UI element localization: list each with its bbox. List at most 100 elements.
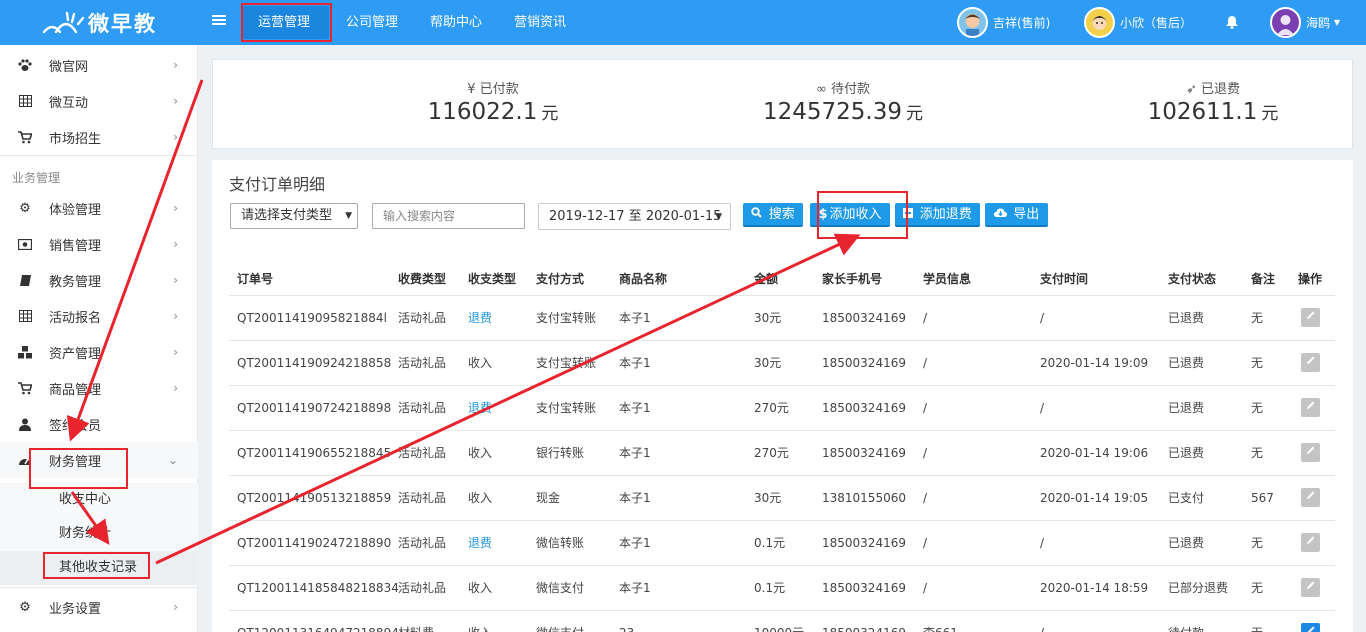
- search-button[interactable]: 搜索: [743, 203, 803, 227]
- sidebar-item-goods[interactable]: 商品管理 ›: [0, 370, 198, 406]
- edit-icon[interactable]: [1301, 578, 1320, 597]
- edit-icon[interactable]: [1301, 533, 1320, 552]
- cell-fee-type: 活动礼品: [398, 356, 447, 370]
- table-row: QT1200114185848218834 活动礼品 收入 微信支付 本子1 0.1元 18…: [229, 565, 1335, 610]
- cell-order-no: QT1200114185848218834: [237, 581, 399, 595]
- chevron-down-icon: ▼: [1334, 18, 1341, 27]
- sidebar-item-website[interactable]: 微官网 ›: [0, 47, 198, 83]
- cell-phone: 18500324169: [822, 311, 906, 325]
- cell-flow-type: 收入: [468, 356, 493, 370]
- sidebar-item-trial[interactable]: ⚙ 体验管理 ›: [0, 190, 198, 226]
- cell-order-no: QT200114190655218845: [237, 446, 392, 460]
- cart-icon: [18, 130, 32, 144]
- sidebar-item-label: 资产管理: [49, 346, 102, 362]
- cell-pay-status: 已退费: [1168, 536, 1205, 550]
- cell-pay-time: /: [1040, 401, 1045, 415]
- sidebar-item-label: 业务设置: [49, 601, 102, 617]
- search-input[interactable]: [372, 203, 525, 229]
- nav-news[interactable]: 营销资讯: [499, 6, 581, 39]
- chevron-right-icon: ›: [173, 381, 178, 395]
- user-aftersales[interactable]: 小欣（售后）: [1084, 7, 1192, 38]
- edit-icon[interactable]: [1301, 623, 1320, 632]
- cell-flow-type[interactable]: 退费: [468, 521, 492, 566]
- th-flow-type: 收支类型: [468, 272, 517, 286]
- cell-order-no: QT1200113164947218894: [237, 611, 399, 632]
- menu-toggle-icon[interactable]: [212, 13, 228, 31]
- cell-student: /: [923, 581, 928, 595]
- cell-order-no: QT20011419095821884l: [237, 311, 387, 325]
- table-row: QT200114190655218845 活动礼品 收入 银行转账 本子1 270元 185…: [229, 430, 1335, 475]
- stat-pending: ∞ 待付款 1245725.39 元: [713, 78, 973, 125]
- cell-student: /: [923, 446, 928, 460]
- cell-order-no: QT200114190924218858: [237, 356, 392, 370]
- cell-student: /: [923, 536, 928, 550]
- cell-pay-time: 2020-01-14 19:06: [1040, 446, 1149, 460]
- user-aftersales-name: 小欣（售后）: [1120, 16, 1193, 30]
- stat-unit: 元: [1261, 104, 1279, 124]
- pay-type-select[interactable]: 请选择支付类型 ▼: [230, 203, 358, 229]
- th-order-no: 订单号: [237, 272, 274, 286]
- th-fee-type: 收费类型: [398, 272, 447, 286]
- sidebar-item-settings[interactable]: ⚙ 业务设置 ›: [0, 589, 198, 625]
- paper-plane-icon: ➶: [1185, 82, 1197, 97]
- search-icon: [751, 207, 767, 222]
- sidebar-item-members[interactable]: 签约会员: [0, 406, 198, 442]
- cubes-icon: [18, 345, 32, 359]
- cell-fee-type: 活动礼品: [398, 446, 447, 460]
- th-student: 学员信息: [923, 272, 972, 286]
- paw-icon: [18, 58, 32, 72]
- book-icon: [18, 273, 32, 287]
- nav-company[interactable]: 公司管理: [331, 6, 413, 39]
- sidebar-item-assets[interactable]: 资产管理 ›: [0, 334, 198, 370]
- yen-icon: ¥: [467, 82, 476, 97]
- cell-product: 本子1: [619, 311, 651, 325]
- cell-pay-status: 已退费: [1168, 356, 1205, 370]
- chevron-right-icon: ›: [173, 273, 178, 287]
- sidebar-item-recruitment[interactable]: 市场招生 ›: [0, 119, 198, 155]
- cell-flow-type: 收入: [468, 611, 492, 632]
- table-row: QT20011419095821884l 活动礼品 退费 支付宝转账 本子1 30元 185…: [229, 295, 1335, 340]
- cell-fee-type: 材料费: [398, 611, 434, 632]
- cell-flow-type[interactable]: 退费: [468, 386, 492, 431]
- cell-student: /: [923, 491, 928, 505]
- edit-icon[interactable]: [1301, 398, 1320, 417]
- purple-avatar-icon: [1270, 7, 1301, 38]
- boy-avatar-icon: [957, 7, 988, 38]
- annotation-box-add-income: [817, 191, 908, 239]
- cell-fee-type: 活动礼品: [398, 581, 447, 595]
- user-menu[interactable]: 海鸥 ▼: [1270, 7, 1340, 38]
- user-presales[interactable]: 吉祥(售前): [957, 7, 1050, 38]
- edit-icon[interactable]: [1301, 353, 1320, 372]
- stat-unit: 元: [906, 104, 923, 124]
- cell-student: /: [923, 356, 928, 370]
- stats-card: ¥ 已付款 116022.1 元 ∞ 待付款 1245725.39 元 ➶ 已退费 …: [212, 59, 1353, 149]
- sidebar-item-sales[interactable]: 销售管理 ›: [0, 226, 198, 262]
- th-amount: 金额: [754, 272, 779, 286]
- sidebar-item-events[interactable]: 活动报名 ›: [0, 298, 198, 334]
- sidebar-item-label: 活动报名: [49, 310, 102, 326]
- stat-value: 102611.1: [1147, 99, 1258, 125]
- edit-icon[interactable]: [1301, 488, 1320, 507]
- edit-icon[interactable]: [1301, 308, 1320, 327]
- cell-pay-method: 微信支付: [536, 581, 585, 595]
- date-range-picker[interactable]: 2019-12-17 至 2020-01-15 ▼: [538, 203, 731, 230]
- date-range-value: 2019-12-17 至 2020-01-15: [549, 209, 722, 224]
- export-button[interactable]: 导出: [985, 203, 1048, 227]
- brand-logo[interactable]: 微早教: [40, 8, 157, 38]
- cell-pay-method: 支付宝转账: [536, 401, 597, 415]
- table-icon: [18, 94, 32, 108]
- nav-help[interactable]: 帮助中心: [415, 6, 497, 39]
- sidebar-item-label: 签约会员: [49, 418, 102, 434]
- sidebar-sub-finance-stats[interactable]: 财务统计: [0, 517, 198, 551]
- cell-amount: 0.1元: [754, 581, 786, 595]
- sidebar-item-interaction[interactable]: 微互动 ›: [0, 83, 198, 119]
- cell-product: 本子1: [619, 446, 651, 460]
- cell-fee-type: 活动礼品: [398, 311, 447, 325]
- sidebar-item-academic[interactable]: 教务管理 ›: [0, 262, 198, 298]
- cell-pay-status: 待付款: [1168, 611, 1204, 632]
- cell-flow-type[interactable]: 退费: [468, 296, 492, 341]
- stat-paid: ¥ 已付款 116022.1 元: [363, 78, 623, 125]
- edit-icon[interactable]: [1301, 443, 1320, 462]
- bell-icon[interactable]: [1226, 15, 1240, 31]
- cell-pay-time: /: [1040, 536, 1045, 550]
